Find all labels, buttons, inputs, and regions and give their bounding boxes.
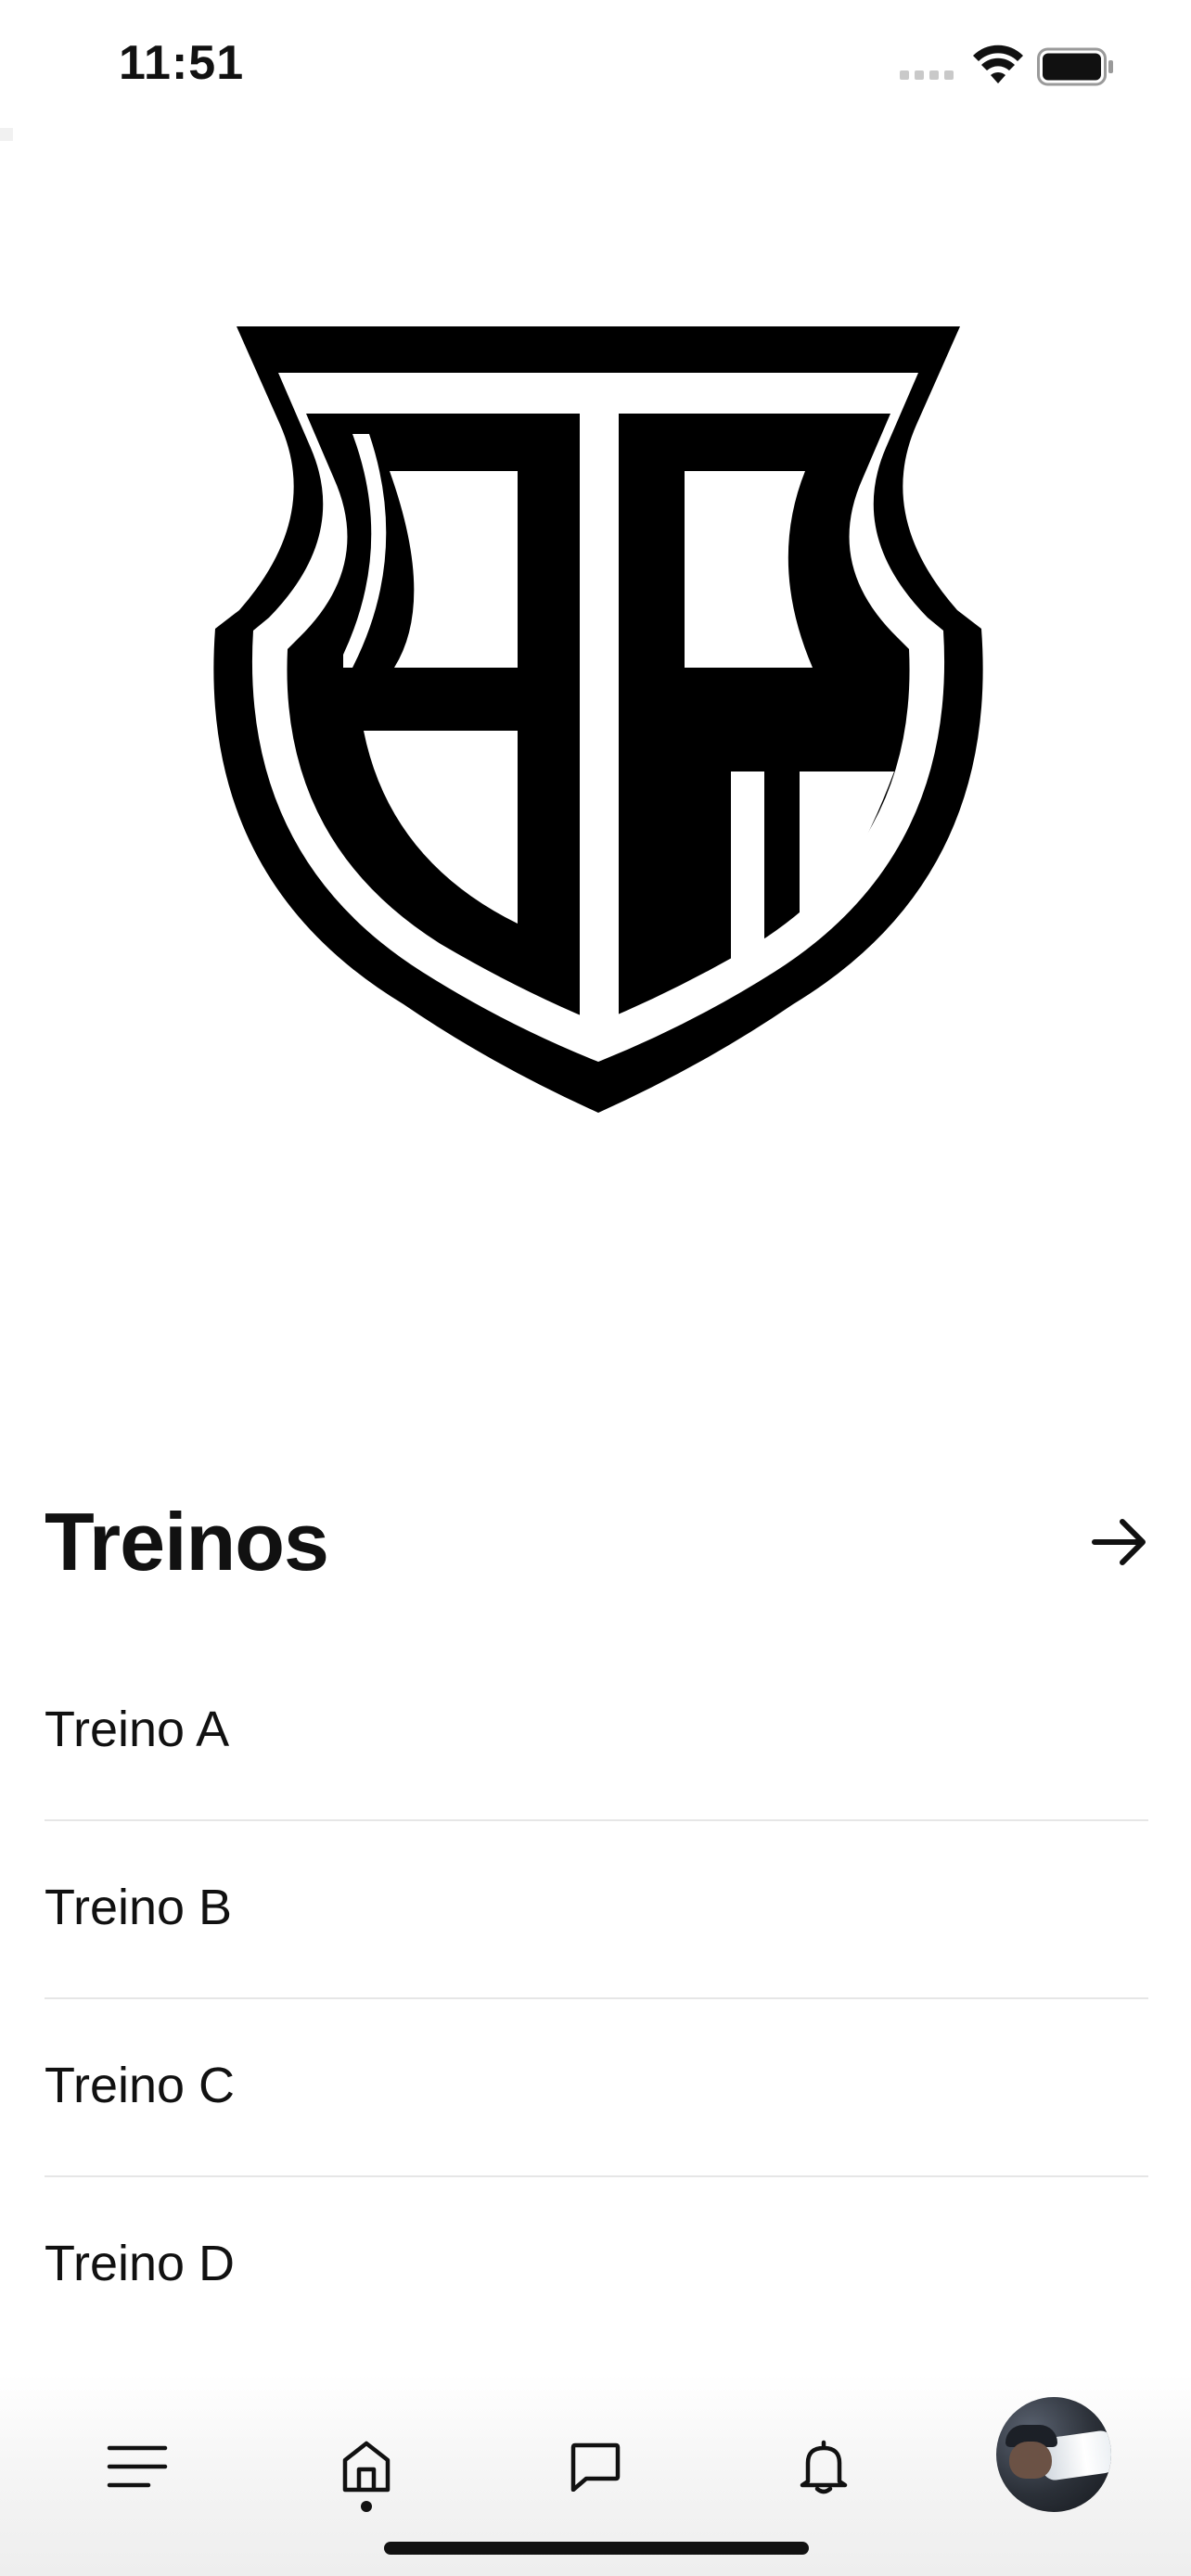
- tab-notifications[interactable]: [768, 2411, 879, 2522]
- screen-edge-mark: [0, 128, 13, 141]
- list-item[interactable]: Treino C: [45, 1999, 1148, 2177]
- list-item[interactable]: Treino D: [45, 2177, 1148, 2355]
- workouts-section-header: Treinos: [45, 1491, 1148, 1593]
- wifi-icon: [973, 45, 1023, 83]
- list-item[interactable]: Treino B: [45, 1821, 1148, 1999]
- tab-chat[interactable]: [540, 2411, 651, 2522]
- workouts-list: Treino A Treino B Treino C Treino D: [45, 1643, 1148, 2355]
- app-screen: 11:51 Treinos Treino A Treino B Treino C…: [0, 0, 1191, 2576]
- menu-icon: [107, 2445, 168, 2488]
- active-tab-indicator: [361, 2501, 372, 2512]
- status-bar: 11:51: [0, 0, 1191, 130]
- tab-menu[interactable]: [82, 2411, 193, 2522]
- home-icon: [342, 2441, 391, 2493]
- list-item-label: Treino B: [45, 1880, 233, 1935]
- brand-shield-logo: [213, 326, 983, 1113]
- avatar[interactable]: [996, 2397, 1111, 2512]
- list-item-label: Treino D: [45, 2236, 236, 2291]
- list-item[interactable]: Treino A: [45, 1643, 1148, 1821]
- section-title: Treinos: [45, 1496, 329, 1588]
- home-indicator: [384, 2542, 809, 2555]
- list-item-label: Treino C: [45, 2058, 236, 2113]
- list-item-label: Treino A: [45, 1702, 230, 1757]
- battery-icon: [1037, 47, 1113, 86]
- cellular-signal-icon: [900, 70, 954, 80]
- bell-icon: [800, 2440, 848, 2494]
- arrow-right-icon[interactable]: [1091, 1517, 1148, 1567]
- chat-icon: [570, 2442, 621, 2492]
- status-time: 11:51: [119, 36, 245, 90]
